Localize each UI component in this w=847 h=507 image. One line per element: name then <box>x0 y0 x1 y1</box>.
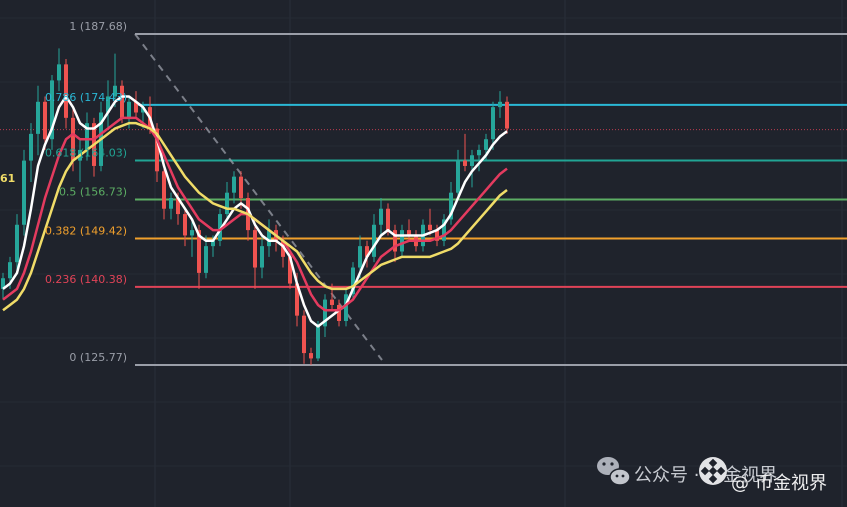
candle-body <box>253 230 257 268</box>
candle-body <box>169 198 173 209</box>
candle <box>379 198 383 236</box>
candle-body <box>344 294 348 321</box>
fib-level-0.236-label: 0.236 (140.38) <box>45 273 127 286</box>
candle-body <box>43 101 47 140</box>
candle <box>309 347 313 365</box>
price-edge-label: 61 <box>0 172 15 185</box>
fib-levels <box>135 33 847 366</box>
candle-body <box>225 192 229 215</box>
candle-body <box>505 101 509 129</box>
candle-body <box>57 64 61 81</box>
candle <box>1 272 5 300</box>
candle <box>169 192 173 220</box>
fib-level-0.5-label: 0.5 (156.73) <box>59 185 127 198</box>
candle <box>106 80 110 129</box>
candle <box>29 123 33 182</box>
candle-body <box>358 246 362 268</box>
candle-body <box>162 171 166 209</box>
candle-body <box>372 224 376 257</box>
candle <box>456 149 460 199</box>
grid-layer <box>0 0 847 507</box>
candle <box>260 235 264 279</box>
candle <box>393 224 397 263</box>
candle <box>302 310 306 364</box>
fib-level-0.786-label: 0.786 (174.43) <box>45 91 127 104</box>
candle-body <box>330 299 334 305</box>
price-chart[interactable]: 1 (187.68) 0.786 (174.43) 0.618 (164.03) 0.… <box>0 0 847 507</box>
candle-body <box>22 160 26 225</box>
candle-body <box>477 149 481 156</box>
candle-body <box>491 107 495 140</box>
candle-body <box>15 224 19 263</box>
candle <box>99 101 103 172</box>
candle <box>50 75 54 150</box>
candle <box>400 224 404 257</box>
fib-level-0.618-label: 0.618 (164.03) <box>45 146 127 159</box>
candle <box>498 91 502 118</box>
candle <box>344 288 348 327</box>
watermark-at: @ <box>731 473 749 494</box>
candle <box>323 294 327 338</box>
candle-body <box>309 353 313 359</box>
candle-body <box>29 133 33 161</box>
candle <box>274 224 278 252</box>
candle <box>372 214 376 263</box>
binance-logo-icon <box>699 457 727 485</box>
candle <box>225 181 229 220</box>
candle-body <box>400 230 404 252</box>
candle-body <box>386 208 390 231</box>
candle-body <box>379 208 383 225</box>
fib-level-1-label: 1 (187.68) <box>69 20 127 33</box>
candle-body <box>36 101 40 134</box>
candle-body <box>239 176 243 199</box>
candle <box>477 144 481 172</box>
moving-average-line-0 <box>2 95 508 328</box>
candle <box>442 214 446 247</box>
candle-body <box>302 315 306 354</box>
candle-body <box>337 304 341 321</box>
candle-body <box>127 101 131 118</box>
candle <box>267 219 271 257</box>
candle-body <box>484 139 488 150</box>
candle <box>22 149 26 236</box>
candle-body <box>463 160 467 166</box>
fib-level-0.382-label: 0.382 (149.42) <box>45 225 127 238</box>
candle <box>36 85 40 156</box>
candle-body <box>498 101 502 108</box>
candle-body <box>316 326 320 359</box>
candle <box>183 208 187 247</box>
fib-level-0-label: 0 (125.77) <box>69 351 127 364</box>
candle <box>505 96 509 134</box>
candle-body <box>260 246 264 268</box>
watermark-brand: 币金视界 <box>755 473 827 494</box>
candle <box>246 192 250 241</box>
candle-body <box>232 176 236 193</box>
candle-body <box>428 224 432 231</box>
wechat-icon <box>597 457 631 486</box>
candle-body <box>190 230 194 236</box>
candle <box>463 133 467 172</box>
moving-averages <box>2 95 508 328</box>
chart-root[interactable]: 1 (187.68) 0.786 (174.43) 0.618 (164.03) 0.… <box>0 0 847 507</box>
candle-body <box>470 155 474 166</box>
candle-body <box>8 262 12 279</box>
candle-body <box>456 160 460 193</box>
candle-body <box>183 214 187 236</box>
candle <box>134 91 138 118</box>
candle <box>57 48 61 92</box>
watermark: 公众号 · 币金视界 @ 币金视界 <box>597 457 827 494</box>
candle-body <box>204 246 208 273</box>
candle <box>253 224 257 289</box>
